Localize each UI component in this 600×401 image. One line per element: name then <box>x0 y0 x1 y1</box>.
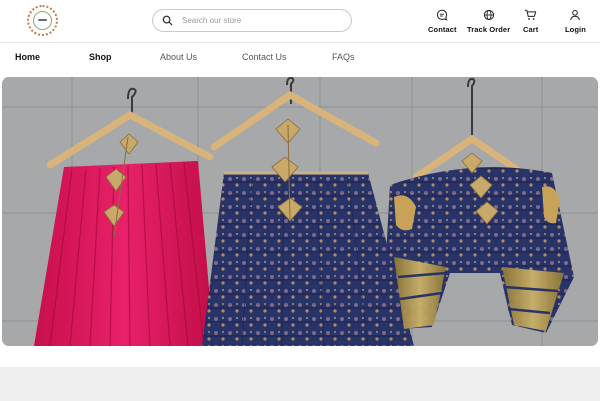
logo-emblem <box>33 11 52 30</box>
cart-action[interactable]: Cart <box>523 8 538 34</box>
search-icon[interactable] <box>160 14 174 28</box>
contact-label: Contact <box>428 25 457 34</box>
chat-icon <box>435 8 449 22</box>
page-section-below-hero <box>0 367 600 401</box>
nav-item-about-us[interactable]: About Us <box>160 52 197 62</box>
globe-icon <box>482 8 496 22</box>
track-order-label: Track Order <box>467 25 511 34</box>
nav-item-home[interactable]: Home <box>15 52 40 62</box>
brand-logo[interactable] <box>27 5 58 36</box>
main-nav: Home Shop About Us Contact Us FAQs <box>0 43 600 70</box>
login-label: Login <box>565 25 586 34</box>
login-action[interactable]: Login <box>565 8 586 34</box>
site-header: Contact Track Order Cart Login <box>0 0 600 42</box>
cart-icon <box>524 8 538 22</box>
contact-action[interactable]: Contact <box>428 8 457 34</box>
search-input[interactable] <box>182 16 342 25</box>
nav-item-shop[interactable]: Shop <box>89 52 112 62</box>
user-icon <box>568 8 582 22</box>
nav-item-contact-us[interactable]: Contact Us <box>242 52 287 62</box>
search-bar[interactable] <box>152 9 352 32</box>
cart-label: Cart <box>523 25 539 34</box>
garments-on-hangers-illustration <box>2 77 598 346</box>
track-order-action[interactable]: Track Order <box>467 8 510 34</box>
hero-banner-image[interactable] <box>2 77 598 346</box>
nav-item-faqs[interactable]: FAQs <box>332 52 355 62</box>
